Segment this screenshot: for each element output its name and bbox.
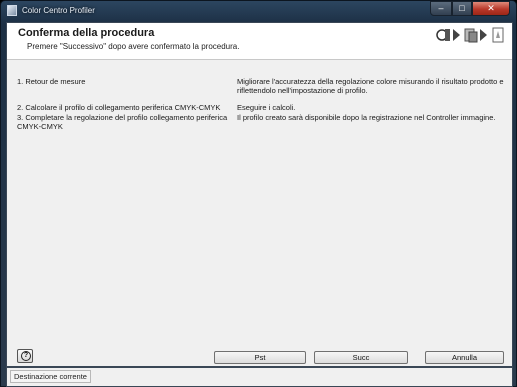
step-progress — [436, 26, 506, 44]
window-title: Color Centro Profiler — [22, 6, 95, 15]
wizard-header: Conferma della procedura Premere "Succes… — [7, 23, 512, 60]
app-icon — [7, 5, 17, 16]
arrow-icon — [480, 29, 487, 41]
procedure-description-2: Eseguire i calcoli. — [237, 103, 296, 112]
application-window: Color Centro Profiler – □ ✕ Conferma del… — [0, 0, 517, 387]
page-title: Conferma della procedura — [18, 27, 155, 39]
arrow-icon — [453, 29, 460, 41]
help-button[interactable]: ? — [17, 349, 33, 363]
procedure-description-1: Migliorare l'accuratezza della regolazio… — [237, 77, 504, 95]
previous-button[interactable]: Pst — [214, 351, 306, 364]
maximize-button[interactable]: □ — [452, 1, 472, 16]
procedure-step-1: 1. Retour de mesure — [17, 77, 86, 86]
procedure-step-2: 2. Calcolare il profilo di collegamento … — [17, 103, 221, 112]
procedure-step-3: 3. Completare la regolazione del profilo… — [17, 113, 228, 131]
page-subtitle: Premere "Successivo" dopo avere conferma… — [27, 42, 240, 51]
close-button[interactable]: ✕ — [472, 1, 510, 16]
status-bar: Destinazione corrente — [6, 367, 513, 387]
cancel-button[interactable]: Annulla — [425, 351, 504, 364]
wizard-panel: Conferma della procedura Premere "Succes… — [6, 22, 513, 367]
help-icon: ? — [21, 351, 31, 361]
procedure-description-3: Il profilo creato sarà disponibile dopo … — [237, 113, 496, 122]
complete-icon — [490, 26, 506, 44]
calculate-icon — [463, 26, 479, 44]
minimize-button[interactable]: – — [430, 1, 452, 16]
title-bar[interactable]: Color Centro Profiler – □ ✕ — [1, 1, 516, 22]
current-destination-label: Destinazione corrente — [10, 370, 91, 383]
next-button[interactable]: Succ — [314, 351, 408, 364]
measure-icon — [436, 26, 452, 44]
